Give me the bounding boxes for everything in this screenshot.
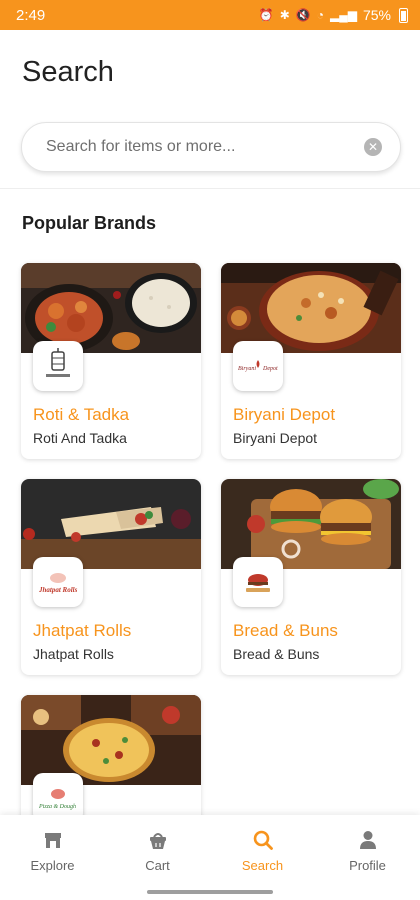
battery-percent: 75% (362, 7, 391, 23)
wifi-icon: ◔ (316, 8, 324, 22)
brand-image (221, 263, 401, 353)
brand-logo (233, 557, 283, 607)
divider (0, 188, 420, 189)
brand-name: Roti & Tadka (33, 405, 130, 424)
signal-icon: ▂▄▆ (330, 8, 357, 22)
brand-name: Bread & Buns (233, 621, 338, 640)
profile-icon (356, 828, 380, 852)
brand-image (21, 263, 201, 353)
svg-text:Depot: Depot (262, 366, 278, 372)
alarm-icon: ⏰ (258, 8, 274, 22)
brand-card-roti-tadka[interactable]: Roti & Tadka Roti And Tadka (21, 263, 201, 459)
svg-text:Pizza & Dough: Pizza & Dough (38, 804, 76, 810)
brand-subtitle: Roti And Tadka (33, 430, 127, 446)
section-title: Popular Brands (22, 213, 157, 233)
status-bar: 2:49 ⏰ ✱ 🔇 ◔ ▂▄▆ 75% (0, 0, 420, 30)
brand-card-bread-buns[interactable]: Bread & Buns Bread & Buns (221, 479, 401, 675)
status-icons: ⏰ ✱ 🔇 ◔ ▂▄▆ 75% (259, 7, 408, 23)
nav-label: Search (241, 857, 284, 873)
brand-logo (33, 341, 83, 391)
brand-card-jhatpat-rolls[interactable]: Jhatpat Rolls Jhatpat Rolls Jhatpat Roll… (21, 479, 201, 675)
brand-subtitle: Biryani Depot (233, 430, 318, 446)
brand-name: Jhatpat Rolls (33, 621, 132, 640)
brand-subtitle: Jhatpat Rolls (33, 646, 114, 662)
brand-logo: Jhatpat Rolls (33, 557, 83, 607)
brand-card-biryani-depot[interactable]: Biryani Depot Biryani Depot Biryani Depo… (221, 263, 401, 459)
nav-search[interactable]: Search (210, 815, 315, 885)
brand-name: Biryani Depot (233, 405, 336, 424)
bluetooth-icon: ✱ (279, 8, 290, 22)
search-input[interactable] (46, 138, 364, 156)
page-title: Search (22, 56, 114, 88)
nav-label: Cart (145, 857, 170, 873)
nav-explore[interactable]: Explore (0, 815, 105, 885)
search-bar[interactable]: ✕ (21, 122, 401, 172)
brand-subtitle: Bread & Buns (233, 646, 320, 662)
svg-text:Jhatpat Rolls: Jhatpat Rolls (38, 586, 78, 594)
explore-icon (41, 828, 65, 852)
nav-cart[interactable]: Cart (105, 815, 210, 885)
svg-text:Biryani: Biryani (238, 366, 256, 372)
brand-image (221, 479, 401, 569)
status-time: 2:49 (16, 6, 46, 24)
brand-logo: Biryani Depot (233, 341, 283, 391)
nav-label: Explore (30, 857, 75, 873)
cart-icon (146, 828, 170, 852)
brand-image (21, 695, 201, 785)
battery-icon (399, 7, 408, 23)
clear-icon[interactable]: ✕ (364, 138, 382, 156)
brand-image (21, 479, 201, 569)
nav-label: Profile (349, 857, 386, 873)
nav-profile[interactable]: Profile (315, 815, 420, 885)
bottom-nav: Explore Cart Search Profile (0, 815, 420, 885)
mute-icon: 🔇 (295, 8, 311, 22)
gesture-bar[interactable] (147, 890, 273, 894)
search-icon (251, 828, 275, 852)
